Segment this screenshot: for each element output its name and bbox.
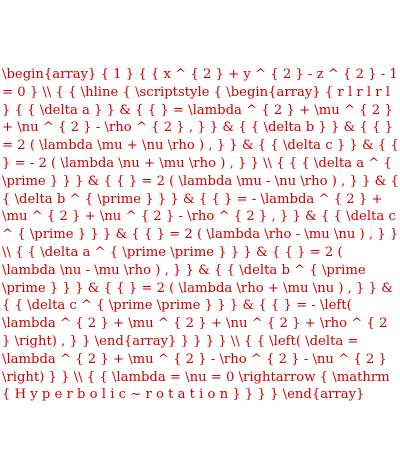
latex-source-text: \begin{array} { 1 } { { x ^ { 2 } + y ^ … (2, 67, 399, 403)
